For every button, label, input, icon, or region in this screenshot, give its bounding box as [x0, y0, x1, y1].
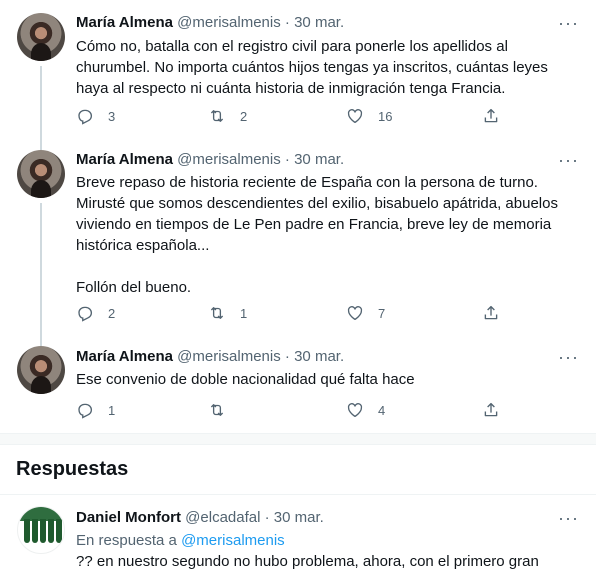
- like-count: 7: [378, 305, 386, 321]
- reply-button[interactable]: 3: [76, 107, 115, 125]
- separator-dot: ·: [264, 509, 270, 526]
- reply-icon: [76, 401, 94, 419]
- reply-count: 1: [108, 402, 116, 418]
- heart-icon: [346, 107, 364, 125]
- author-name[interactable]: Daniel Monfort: [76, 509, 181, 526]
- retweet-button[interactable]: 1: [208, 304, 247, 322]
- reply-button[interactable]: 2: [76, 304, 115, 322]
- tweet-text: ?? en nuestro segundo no hubo problema, …: [76, 553, 539, 570]
- tweet-text: Ese convenio de doble nacionalidad qué f…: [76, 371, 415, 388]
- tweet-actions: 2 1 7: [76, 304, 506, 324]
- like-count: 16: [378, 108, 393, 124]
- retweet-button[interactable]: [208, 401, 240, 419]
- share-button[interactable]: [482, 401, 500, 419]
- more-icon[interactable]: ···: [558, 151, 579, 169]
- share-button[interactable]: [482, 107, 500, 125]
- reply-count: 2: [108, 305, 116, 321]
- tweet-text: Cómo no, batalla con el registro civil p…: [76, 38, 548, 97]
- author-handle[interactable]: @merisalmenis: [177, 151, 281, 168]
- reply-icon: [76, 304, 94, 322]
- heart-icon: [346, 304, 364, 322]
- tweet-header: María Almena @merisalmenis · 30 mar.: [76, 13, 344, 33]
- tweet-header: María Almena @merisalmenis · 30 mar.: [76, 347, 344, 367]
- share-icon: [482, 304, 500, 322]
- timestamp[interactable]: 30 mar.: [274, 509, 324, 526]
- avatar[interactable]: [17, 150, 65, 198]
- more-icon[interactable]: ···: [558, 509, 579, 527]
- like-button[interactable]: 7: [346, 304, 385, 322]
- reply-context: En respuesta a @merisalmenis: [76, 531, 285, 551]
- reply-mention-link[interactable]: @merisalmenis: [181, 532, 285, 549]
- reply-count: 3: [108, 108, 116, 124]
- avatar[interactable]: [17, 506, 65, 554]
- reply-icon: [76, 107, 94, 125]
- tweet-header: María Almena @merisalmenis · 30 mar.: [76, 150, 344, 170]
- like-button[interactable]: 16: [346, 107, 392, 125]
- like-button[interactable]: 4: [346, 401, 385, 419]
- author-handle[interactable]: @merisalmenis: [177, 348, 281, 365]
- tweet-header: Daniel Monfort @elcadafal · 30 mar.: [76, 508, 324, 528]
- avatar[interactable]: [17, 13, 65, 61]
- retweet-icon: [208, 304, 226, 322]
- separator-dot: ·: [284, 14, 290, 31]
- share-icon: [482, 107, 500, 125]
- heart-icon: [346, 401, 364, 419]
- timestamp[interactable]: 30 mar.: [294, 151, 344, 168]
- retweet-icon: [208, 401, 226, 419]
- separator-dot: ·: [284, 348, 290, 365]
- share-icon: [482, 401, 500, 419]
- share-button[interactable]: [482, 304, 500, 322]
- thread-line: [40, 203, 42, 346]
- author-name[interactable]: María Almena: [76, 14, 173, 31]
- like-count: 4: [378, 402, 386, 418]
- more-icon[interactable]: ···: [558, 14, 579, 32]
- divider: [0, 494, 596, 495]
- reply-button[interactable]: 1: [76, 401, 115, 419]
- timestamp[interactable]: 30 mar.: [294, 14, 344, 31]
- author-name[interactable]: María Almena: [76, 151, 173, 168]
- tweet-actions: 3 2 16: [76, 107, 506, 127]
- timestamp[interactable]: 30 mar.: [294, 348, 344, 365]
- author-name[interactable]: María Almena: [76, 348, 173, 365]
- reply-prefix: En respuesta a: [76, 532, 182, 549]
- avatar[interactable]: [17, 346, 65, 394]
- retweet-icon: [208, 107, 226, 125]
- retweet-count: 2: [240, 108, 248, 124]
- tweet-text: Breve repaso de historia reciente de Esp…: [76, 174, 558, 296]
- more-icon[interactable]: ···: [558, 348, 579, 366]
- section-separator: [0, 433, 596, 445]
- tweet-actions: 1 4: [76, 401, 506, 421]
- author-handle[interactable]: @elcadafal: [185, 509, 260, 526]
- responses-heading: Respuestas: [16, 458, 129, 480]
- retweet-count: 1: [240, 305, 248, 321]
- thread-line: [40, 66, 42, 150]
- separator-dot: ·: [284, 151, 290, 168]
- retweet-button[interactable]: 2: [208, 107, 247, 125]
- author-handle[interactable]: @merisalmenis: [177, 14, 281, 31]
